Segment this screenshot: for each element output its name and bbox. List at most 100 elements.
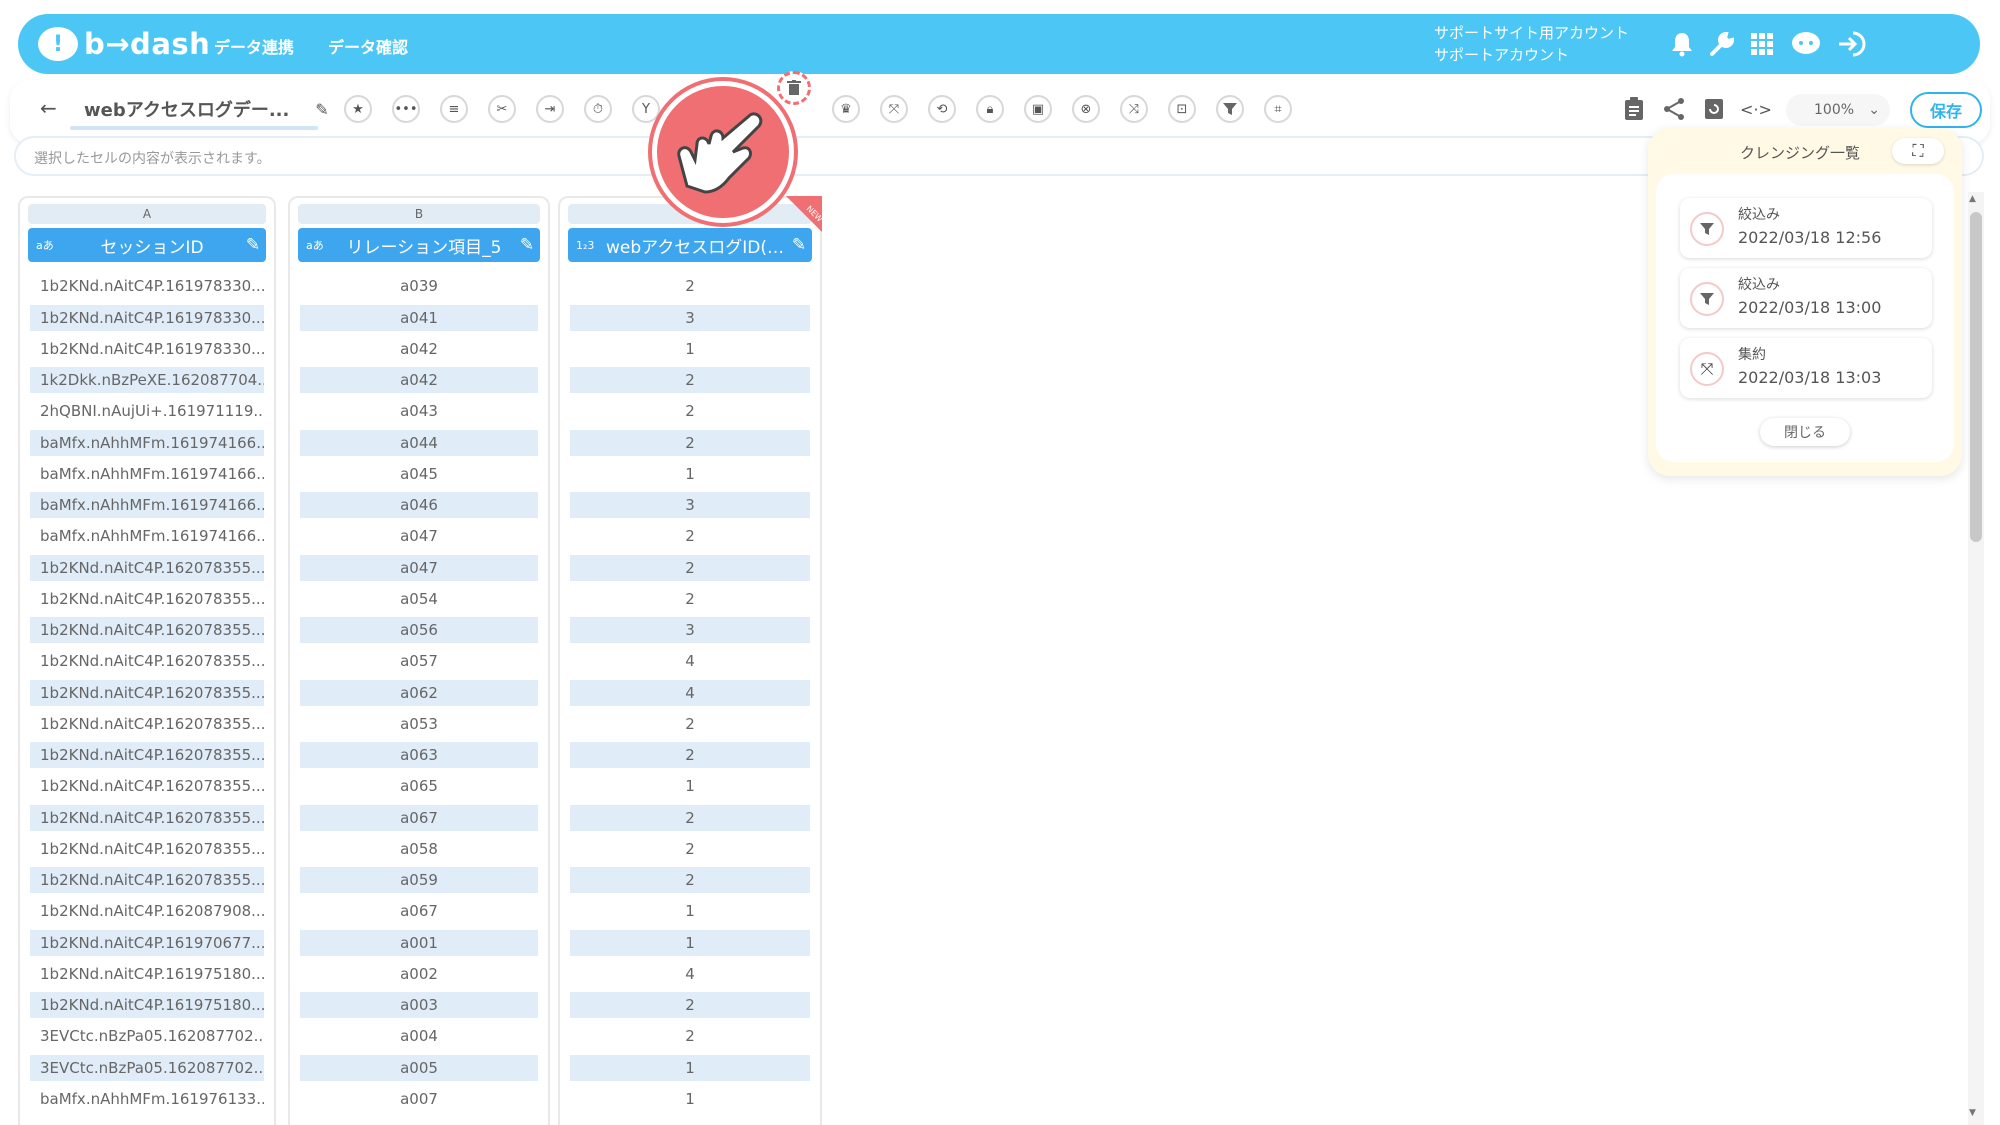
crown-icon[interactable]: ♛ xyxy=(832,95,860,123)
document-title[interactable]: webアクセスログデー... xyxy=(84,96,304,122)
table-cell[interactable]: a001 xyxy=(300,929,538,956)
table-cell[interactable]: a003 xyxy=(300,992,538,1018)
box-icon[interactable]: ▣ xyxy=(1024,95,1052,123)
table-cell[interactable]: 3 xyxy=(570,492,810,518)
table-cell[interactable]: 1b2KNd.nAitC4P.162078355... xyxy=(30,804,264,831)
table-cell[interactable]: 4 xyxy=(570,648,810,674)
table-cell[interactable]: 2 xyxy=(570,367,810,393)
more-icon[interactable]: ••• xyxy=(392,95,420,123)
table-cell[interactable]: 1b2KNd.nAitC4P.161970677... xyxy=(30,929,264,956)
clipboard-icon[interactable] xyxy=(1618,93,1650,125)
table-cell[interactable]: a043 xyxy=(300,398,538,424)
pencil-icon[interactable]: ✎ xyxy=(514,235,540,255)
table-cell[interactable]: 3 xyxy=(570,304,810,331)
table-cell[interactable]: 1b2KNd.nAitC4P.161975180... xyxy=(30,961,264,987)
frame-icon[interactable]: ⊡ xyxy=(1168,95,1196,123)
column-header[interactable]: aあ リレーション項目_5 ✎ xyxy=(298,228,540,262)
scrollbar-thumb[interactable] xyxy=(1970,212,1982,542)
column-letter[interactable]: B xyxy=(298,204,540,224)
scroll-down-icon[interactable]: ▼ xyxy=(1969,1108,1976,1118)
table-cell[interactable]: a065 xyxy=(300,773,538,799)
cleansing-item[interactable]: 絞込み 2022/03/18 12:56 xyxy=(1680,198,1932,258)
share-icon[interactable] xyxy=(1658,93,1690,125)
text-icon[interactable]: ≡ xyxy=(440,95,468,123)
table-cell[interactable]: baMfx.nAhhMFm.161974166... xyxy=(30,523,264,549)
branch-icon[interactable]: Y xyxy=(632,95,660,123)
table-cell[interactable]: a047 xyxy=(300,554,538,581)
table-cell[interactable]: a063 xyxy=(300,742,538,768)
aggregate-icon[interactable]: ⤧ xyxy=(880,95,908,123)
table-cell[interactable]: 1 xyxy=(570,898,810,924)
table-cell[interactable]: 1 xyxy=(570,929,810,956)
table-cell[interactable]: a045 xyxy=(300,461,538,487)
column-header[interactable]: aあ セッションID ✎ xyxy=(28,228,266,262)
grid-icon[interactable] xyxy=(1746,28,1778,60)
cut-icon[interactable]: ✂ xyxy=(488,95,516,123)
table-cell[interactable]: 2 xyxy=(570,398,810,424)
account-info[interactable]: サポートサイト用アカウント サポートアカウント xyxy=(1434,22,1629,66)
table-cell[interactable]: a057 xyxy=(300,648,538,674)
table-cell[interactable]: 3EVCtc.nBzPa05.162087702... xyxy=(30,1023,264,1049)
table-cell[interactable]: 1 xyxy=(570,1086,810,1112)
cleansing-item[interactable]: 絞込み 2022/03/18 13:00 xyxy=(1680,268,1932,328)
table-cell[interactable]: 1b2KNd.nAitC4P.162078355... xyxy=(30,773,264,799)
table-cell[interactable]: baMfx.nAhhMFm.161976133... xyxy=(30,1086,264,1112)
table-cell[interactable]: 1b2KNd.nAitC4P.161978330... xyxy=(30,336,264,362)
table-cell[interactable]: 2 xyxy=(570,867,810,893)
repeat-icon[interactable]: ⟲ xyxy=(928,95,956,123)
table-cell[interactable]: a007 xyxy=(300,1086,538,1112)
table-cell[interactable]: baMfx.nAhhMFm.161974166... xyxy=(30,429,264,456)
star-icon[interactable]: ★ xyxy=(344,95,372,123)
shuffle-icon[interactable]: ⤨ xyxy=(1120,95,1148,123)
filter-icon[interactable] xyxy=(1216,95,1244,123)
table-cell[interactable]: 1b2KNd.nAitC4P.162078355... xyxy=(30,742,264,768)
table-cell[interactable]: 3EVCtc.nBzPa05.162087702... xyxy=(30,1054,264,1081)
table-cell[interactable]: a062 xyxy=(300,679,538,706)
table-cell[interactable]: a058 xyxy=(300,836,538,862)
table-cell[interactable]: a039 xyxy=(300,273,538,299)
pencil-icon[interactable]: ✎ xyxy=(240,235,266,255)
cleansing-item[interactable]: ⤧ 集約 2022/03/18 13:03 xyxy=(1680,338,1932,398)
table-cell[interactable]: 1b2KNd.nAitC4P.161978330... xyxy=(30,304,264,331)
table-cell[interactable]: 2 xyxy=(570,742,810,768)
table-cell[interactable]: 1k2Dkk.nBzPeXE.162087704... xyxy=(30,367,264,393)
table-cell[interactable]: 1b2KNd.nAitC4P.162078355... xyxy=(30,617,264,643)
table-cell[interactable]: 2 xyxy=(570,429,810,456)
table-cell[interactable]: 2hQBNI.nAujUi+.161971119... xyxy=(30,398,264,424)
table-cell[interactable]: 1b2KNd.nAitC4P.162078355... xyxy=(30,648,264,674)
table-cell[interactable]: 1b2KNd.nAitC4P.162078355... xyxy=(30,711,264,737)
table-cell[interactable]: 2 xyxy=(570,1023,810,1049)
brand-logo[interactable]: ! b→dash xyxy=(38,24,210,64)
code-icon[interactable]: <·> xyxy=(1740,93,1772,125)
table-cell[interactable]: 1b2KNd.nAitC4P.162078355... xyxy=(30,867,264,893)
table-cell[interactable]: a004 xyxy=(300,1023,538,1049)
table-cell[interactable]: a041 xyxy=(300,304,538,331)
lock-icon[interactable]: 🔒︎ xyxy=(976,95,1004,123)
pencil-icon[interactable]: ✎ xyxy=(786,235,812,255)
column-header[interactable]: 1₂3 webアクセスログID(… ✎ xyxy=(568,228,812,262)
wrench-icon[interactable] xyxy=(1706,28,1738,60)
timer-icon[interactable]: ⏱ xyxy=(584,95,612,123)
table-cell[interactable]: 1 xyxy=(570,1054,810,1081)
bell-icon[interactable] xyxy=(1666,28,1698,60)
table-cell[interactable]: a056 xyxy=(300,617,538,643)
logout-icon[interactable] xyxy=(1836,28,1868,60)
save-button[interactable]: 保存 xyxy=(1910,92,1982,128)
scroll-up-icon[interactable]: ▲ xyxy=(1969,194,1976,204)
table-cell[interactable]: 4 xyxy=(570,961,810,987)
table-cell[interactable]: a059 xyxy=(300,867,538,893)
table-cell[interactable]: a047 xyxy=(300,523,538,549)
column-letter[interactable]: A xyxy=(28,204,266,224)
cancel-icon[interactable]: ⊗ xyxy=(1072,95,1100,123)
table-cell[interactable]: a053 xyxy=(300,711,538,737)
chat-icon[interactable] xyxy=(1790,28,1822,60)
table-cell[interactable]: 2 xyxy=(570,554,810,581)
table-cell[interactable]: a067 xyxy=(300,898,538,924)
refresh-icon[interactable] xyxy=(1698,93,1730,125)
table-cell[interactable]: 1b2KNd.nAitC4P.162078355... xyxy=(30,554,264,581)
table-cell[interactable]: a044 xyxy=(300,429,538,456)
table-cell[interactable]: 1b2KNd.nAitC4P.162078355... xyxy=(30,836,264,862)
close-button[interactable]: 閉じる xyxy=(1760,418,1850,446)
table-cell[interactable]: 1b2KNd.nAitC4P.162078355... xyxy=(30,586,264,612)
table-cell[interactable]: baMfx.nAhhMFm.161974166... xyxy=(30,492,264,518)
